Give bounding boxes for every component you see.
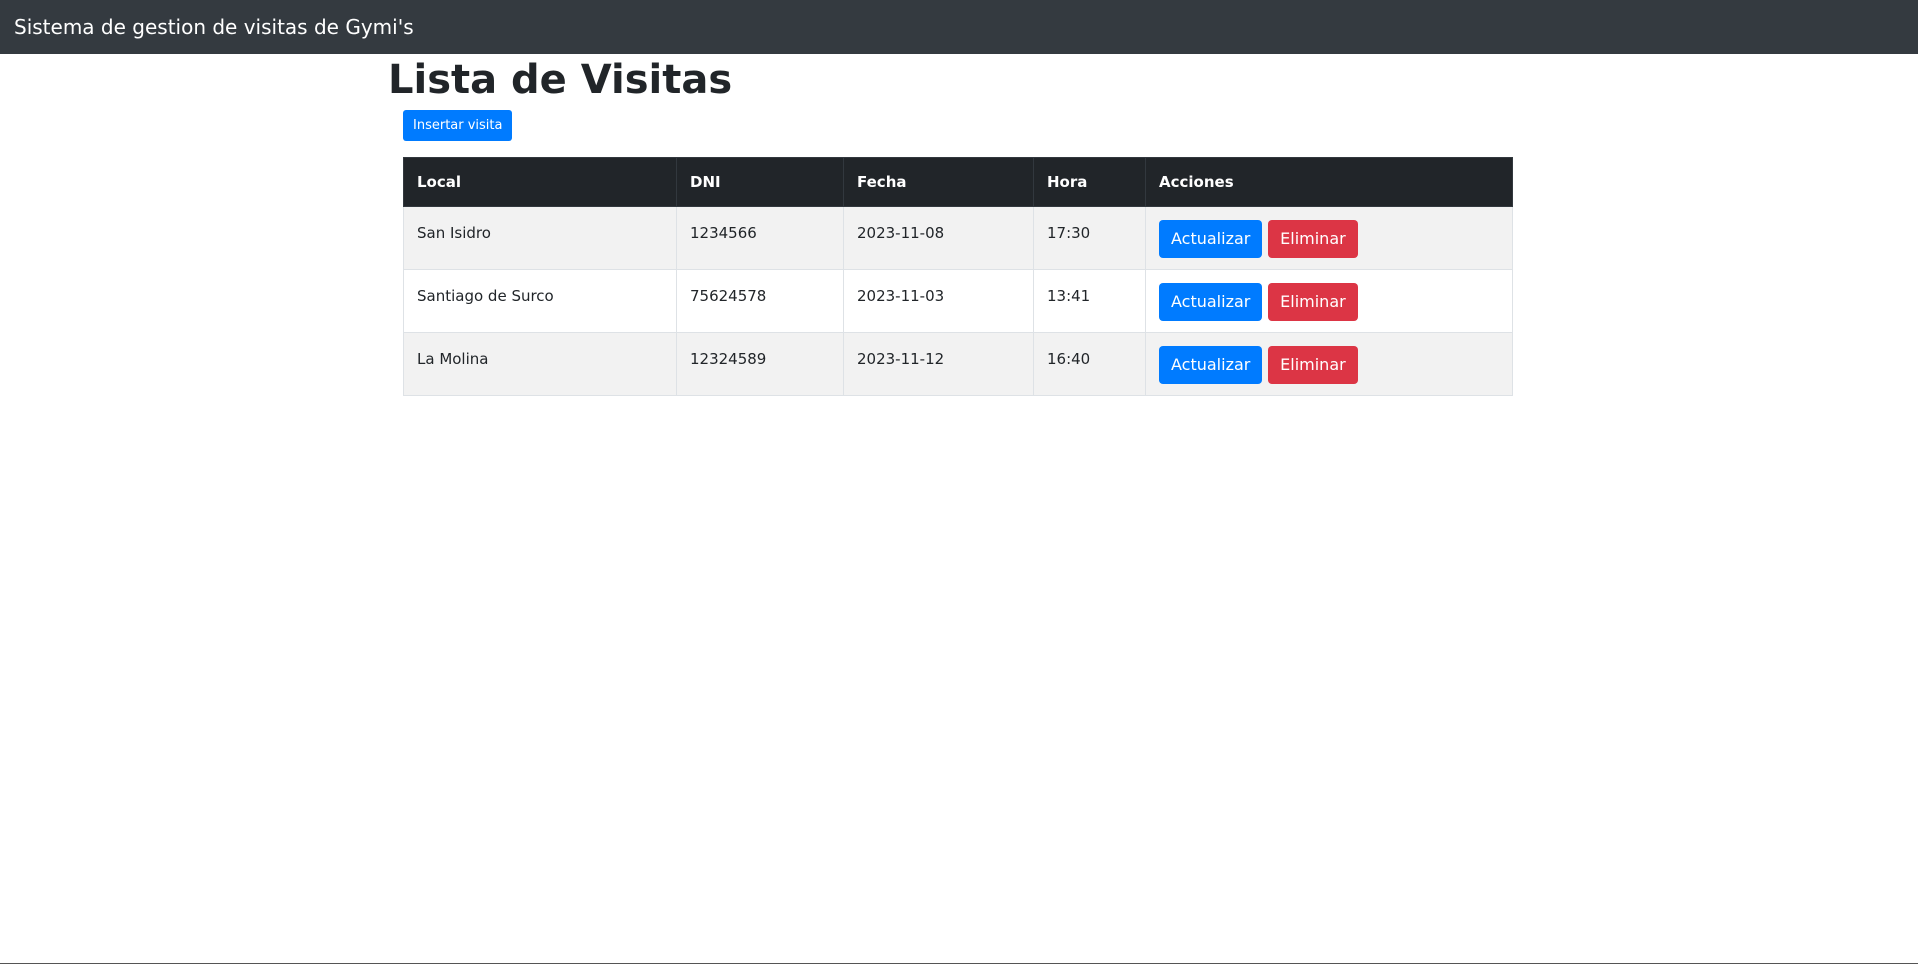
cell-dni: 75624578: [676, 269, 844, 333]
cell-dni: 1234566: [676, 206, 844, 270]
table-row: Santiago de Surco 75624578 2023-11-03 13…: [403, 269, 1513, 333]
cell-hora: 13:41: [1033, 269, 1146, 333]
cell-local: Santiago de Surco: [403, 269, 677, 333]
table-row: San Isidro 1234566 2023-11-08 17:30 Actu…: [403, 206, 1513, 270]
cell-dni: 12324589: [676, 332, 844, 396]
page-title: Lista de Visitas: [388, 57, 733, 103]
cell-actions: Actualizar Eliminar: [1145, 206, 1513, 270]
insert-visit-button[interactable]: Insertar visita: [403, 110, 513, 141]
navbar-brand[interactable]: Sistema de gestion de visitas de Gymi's: [14, 15, 414, 39]
cell-local: San Isidro: [403, 206, 677, 270]
update-button[interactable]: Actualizar: [1159, 346, 1263, 384]
table-header-row: Local DNI Fecha Hora Acciones: [403, 157, 1513, 207]
visits-table: Local DNI Fecha Hora Acciones San Isidro…: [403, 157, 1513, 396]
table-header: Local DNI Fecha Hora Acciones: [403, 157, 1513, 207]
table-body: San Isidro 1234566 2023-11-08 17:30 Actu…: [403, 206, 1513, 396]
column-header-acciones: Acciones: [1145, 157, 1513, 207]
column-header-local: Local: [403, 157, 677, 207]
cell-actions: Actualizar Eliminar: [1145, 332, 1513, 396]
cell-actions: Actualizar Eliminar: [1145, 269, 1513, 333]
cell-fecha: 2023-11-03: [843, 269, 1034, 333]
column-header-dni: DNI: [676, 157, 844, 207]
delete-button[interactable]: Eliminar: [1268, 346, 1358, 384]
column-header-fecha: Fecha: [843, 157, 1034, 207]
cell-fecha: 2023-11-12: [843, 332, 1034, 396]
update-button[interactable]: Actualizar: [1159, 283, 1263, 321]
delete-button[interactable]: Eliminar: [1268, 220, 1358, 258]
update-button[interactable]: Actualizar: [1159, 220, 1263, 258]
cell-fecha: 2023-11-08: [843, 206, 1034, 270]
table-row: La Molina 12324589 2023-11-12 16:40 Actu…: [403, 332, 1513, 396]
delete-button[interactable]: Eliminar: [1268, 283, 1358, 321]
cell-local: La Molina: [403, 332, 677, 396]
cell-hora: 16:40: [1033, 332, 1146, 396]
column-header-hora: Hora: [1033, 157, 1146, 207]
cell-hora: 17:30: [1033, 206, 1146, 270]
navbar: Sistema de gestion de visitas de Gymi's: [0, 0, 1918, 54]
